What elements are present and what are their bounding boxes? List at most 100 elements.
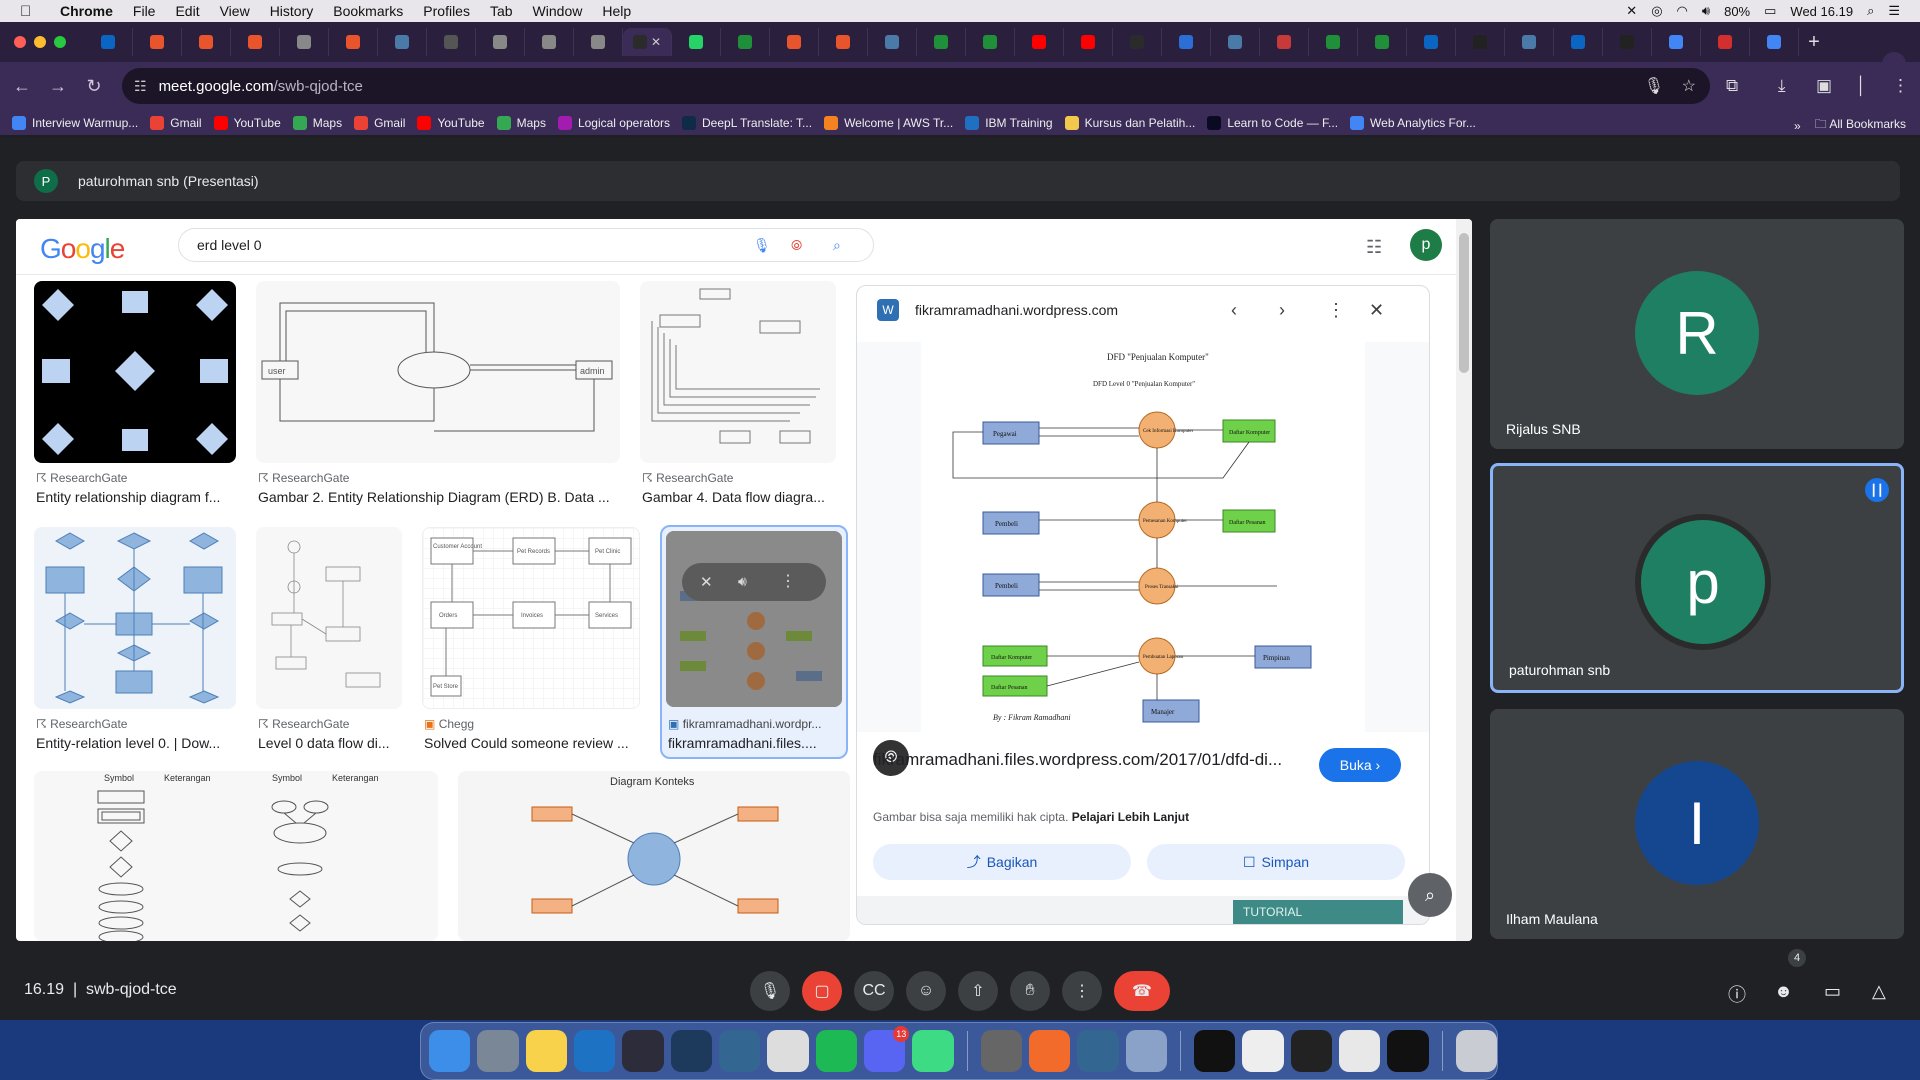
result-title[interactable]: fikramramadhani.files.... (668, 735, 844, 751)
mysql-workbench-icon[interactable] (670, 1030, 712, 1072)
google-avatar[interactable]: p (1410, 229, 1442, 261)
all-bookmarks-folder[interactable]: 🗀︎ All Bookmarks (1815, 115, 1906, 136)
preview-more-icon[interactable]: ⋮ (1327, 300, 1345, 321)
chrome-icon[interactable] (767, 1030, 809, 1072)
extensions-icon[interactable]: ⧉ (1726, 76, 1738, 96)
browser-tab[interactable] (84, 28, 133, 56)
reload-icon[interactable]: ↻ (76, 76, 112, 97)
browser-tab[interactable] (574, 28, 623, 56)
bookmark-item[interactable]: IBM Training (965, 115, 1053, 130)
browser-tab[interactable] (1456, 28, 1505, 56)
activities-icon[interactable]: △ (1872, 981, 1886, 1002)
menu-history[interactable]: History (270, 3, 314, 19)
window-1-icon[interactable] (1193, 1030, 1236, 1072)
window-4-icon[interactable] (1338, 1030, 1381, 1072)
close-tab-icon[interactable]: ✕ (651, 35, 661, 49)
browser-tab[interactable] (1309, 28, 1358, 56)
browser-tab[interactable] (182, 28, 231, 56)
result-thumbnail[interactable]: Symbol Keterangan Symbol Keterangan (34, 771, 438, 941)
browser-tab[interactable] (133, 28, 182, 56)
download-icon[interactable]: ⤓ (1778, 76, 1786, 96)
window-3-icon[interactable] (1290, 1030, 1332, 1072)
trash-icon[interactable] (1455, 1030, 1497, 1072)
learn-more-link[interactable]: Pelajari Lebih Lanjut (1072, 810, 1189, 824)
browser-tab[interactable] (1652, 28, 1701, 56)
search-query[interactable]: erd level 0 (197, 237, 262, 253)
present-icon[interactable]: ⇧ (958, 971, 998, 1011)
address-bar[interactable]: ☷ meet.google.com/swb-qjod-tce 🎙︎ ☆ (122, 68, 1710, 104)
finder-icon[interactable] (429, 1030, 471, 1072)
menu-bookmarks[interactable]: Bookmarks (333, 3, 403, 19)
bookmark-item[interactable]: Welcome | AWS Tr... (824, 115, 953, 130)
more-options-icon[interactable]: ⋮ (780, 571, 796, 591)
meeting-details-icon[interactable]: ⓘ (1728, 981, 1746, 1007)
notes-icon[interactable] (525, 1030, 567, 1072)
result-item-selected[interactable]: ✕ 🔊︎ ⋮ ▣ fikramramadhani.wordpr... fikra… (660, 525, 848, 759)
scrollbar-thumb[interactable] (1459, 233, 1469, 373)
open-button[interactable]: Buka › (1319, 748, 1401, 782)
emoji-icon[interactable]: ☺ (906, 971, 946, 1011)
result-title[interactable]: Gambar 2. Entity Relationship Diagram (E… (258, 489, 618, 505)
sketch-pen-icon[interactable] (1028, 1030, 1071, 1072)
chat-icon[interactable]: ▭ (1824, 981, 1841, 1002)
browser-tab[interactable] (1407, 28, 1456, 56)
vscode-icon[interactable] (573, 1030, 616, 1072)
site-info-icon[interactable]: ☷ (134, 78, 147, 95)
volume-icon[interactable]: 🔊︎ (738, 573, 747, 590)
raise-hand-icon[interactable]: ✋︎ (1010, 971, 1050, 1011)
result-thumbnail[interactable]: Diagram Konteks (458, 771, 850, 941)
browser-tab[interactable] (819, 28, 868, 56)
bookmark-item[interactable]: DeepL Translate: T... (682, 115, 812, 130)
browser-tab[interactable] (525, 28, 574, 56)
bookmark-item[interactable]: Maps (496, 115, 546, 130)
browser-tab[interactable] (280, 28, 329, 56)
result-thumbnail[interactable] (640, 281, 836, 463)
more-options-icon[interactable]: ⋮ (1062, 971, 1102, 1011)
result-thumbnail[interactable]: user admin (256, 281, 620, 463)
new-tab-button[interactable]: + (1799, 31, 1829, 54)
save-button[interactable]: ☐ Simpan (1147, 844, 1405, 880)
browser-tab[interactable] (231, 28, 280, 56)
participant-tile[interactable]: R Rijalus SNB (1490, 219, 1904, 449)
bookmark-item[interactable]: YouTube (213, 115, 281, 130)
browser-tab[interactable] (770, 28, 819, 56)
telegram-like-icon[interactable] (622, 1030, 664, 1072)
google-search-box[interactable]: erd level 0 🎙︎ ⦾ ⌕ (178, 228, 874, 262)
spotify-icon[interactable] (815, 1030, 857, 1072)
wifi-icon[interactable]: ◠ (1677, 3, 1688, 19)
postgres-icon[interactable] (718, 1030, 761, 1072)
browser-tab[interactable] (329, 28, 378, 56)
browser-tab[interactable] (917, 28, 966, 56)
close-window-button[interactable] (14, 36, 26, 48)
prev-image-icon[interactable]: ‹ (1231, 300, 1237, 321)
lens-icon[interactable]: ⦾ (791, 237, 802, 254)
shared-scrollbar[interactable] (1456, 219, 1472, 941)
browser-tab[interactable] (1064, 28, 1113, 56)
browser-tab[interactable] (1260, 28, 1309, 56)
leave-call-icon[interactable]: ☎︎ (1114, 971, 1170, 1011)
window-2-icon[interactable] (1242, 1030, 1284, 1072)
result-thumbnail[interactable] (34, 281, 236, 463)
microphone-icon[interactable]: 🎙︎ (750, 971, 790, 1011)
browser-tab[interactable] (427, 28, 476, 56)
tutorial-thumbnail[interactable]: TUTORIAL (1233, 900, 1403, 924)
apple-icon[interactable]:  (20, 3, 42, 20)
browser-tab[interactable] (1750, 28, 1799, 56)
menu-help[interactable]: Help (602, 3, 631, 19)
launchpad-icon[interactable] (477, 1030, 519, 1072)
menu-view[interactable]: View (220, 3, 250, 19)
participant-tile-active[interactable]: p ┃┃ paturohman snb (1490, 463, 1904, 693)
battery-icon[interactable]: ▭ (1764, 3, 1776, 19)
postgres-2-icon[interactable] (1077, 1030, 1119, 1072)
camera-off-icon[interactable]: ▢ (802, 971, 842, 1011)
forward-icon[interactable]: → (40, 76, 76, 97)
browser-tab[interactable] (1554, 28, 1603, 56)
back-icon[interactable]: ← (4, 76, 40, 97)
browser-tab[interactable]: ✕ (623, 28, 672, 56)
result-title[interactable]: Gambar 4. Data flow diagra... (642, 489, 838, 505)
people-icon[interactable]: ☻ (1774, 981, 1793, 1002)
result-title[interactable]: Entity-relation level 0. | Dow... (36, 735, 236, 751)
participant-tile[interactable]: I Ilham Maulana (1490, 709, 1904, 939)
android-studio-icon[interactable] (912, 1030, 954, 1072)
menu-profiles[interactable]: Profiles (423, 3, 470, 19)
